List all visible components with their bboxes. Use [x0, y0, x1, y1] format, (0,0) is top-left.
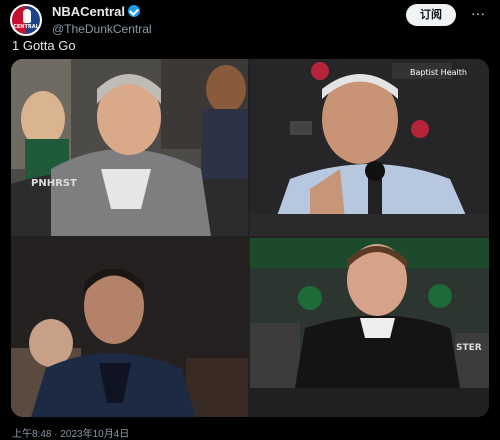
photo-top-left-art: PNHRST	[11, 59, 248, 236]
name-block[interactable]: NBACentral @TheDunkCentral	[52, 3, 152, 36]
jersey-text: PNHRST	[31, 178, 77, 189]
photo-bottom-right-art: STER	[250, 238, 489, 417]
logo-figure	[23, 9, 31, 23]
photo-bottom-right[interactable]: STER	[250, 238, 489, 417]
subscribe-button[interactable]: 订阅	[406, 4, 456, 26]
media-grid[interactable]: PNHRST Baptist Health STER	[11, 59, 489, 417]
photo-bottom-left-art	[11, 238, 248, 417]
handle[interactable]: @TheDunkCentral	[52, 22, 152, 36]
sponsor-text: Baptist Health	[410, 68, 467, 77]
tweet-text: 1 Gotta Go	[12, 38, 76, 53]
display-name[interactable]: NBACentral	[52, 4, 125, 19]
verified-badge-icon	[127, 5, 140, 17]
photo-top-right[interactable]: Baptist Health	[250, 59, 489, 236]
photo-top-left[interactable]: PNHRST	[11, 59, 248, 236]
timestamp[interactable]: 上午8:48 · 2023年10月4日	[12, 425, 129, 440]
avatar[interactable]: CENTRAL	[10, 4, 42, 36]
banner-text: STER	[456, 343, 482, 353]
more-options-icon[interactable]: ···	[468, 6, 488, 24]
photo-bottom-left[interactable]	[11, 238, 248, 417]
photo-top-right-art: Baptist Health	[250, 59, 489, 236]
avatar-logo-text: CENTRAL	[13, 24, 39, 30]
tweet-header: CENTRAL NBACentral @TheDunkCentral 订阅 ··…	[8, 4, 492, 36]
